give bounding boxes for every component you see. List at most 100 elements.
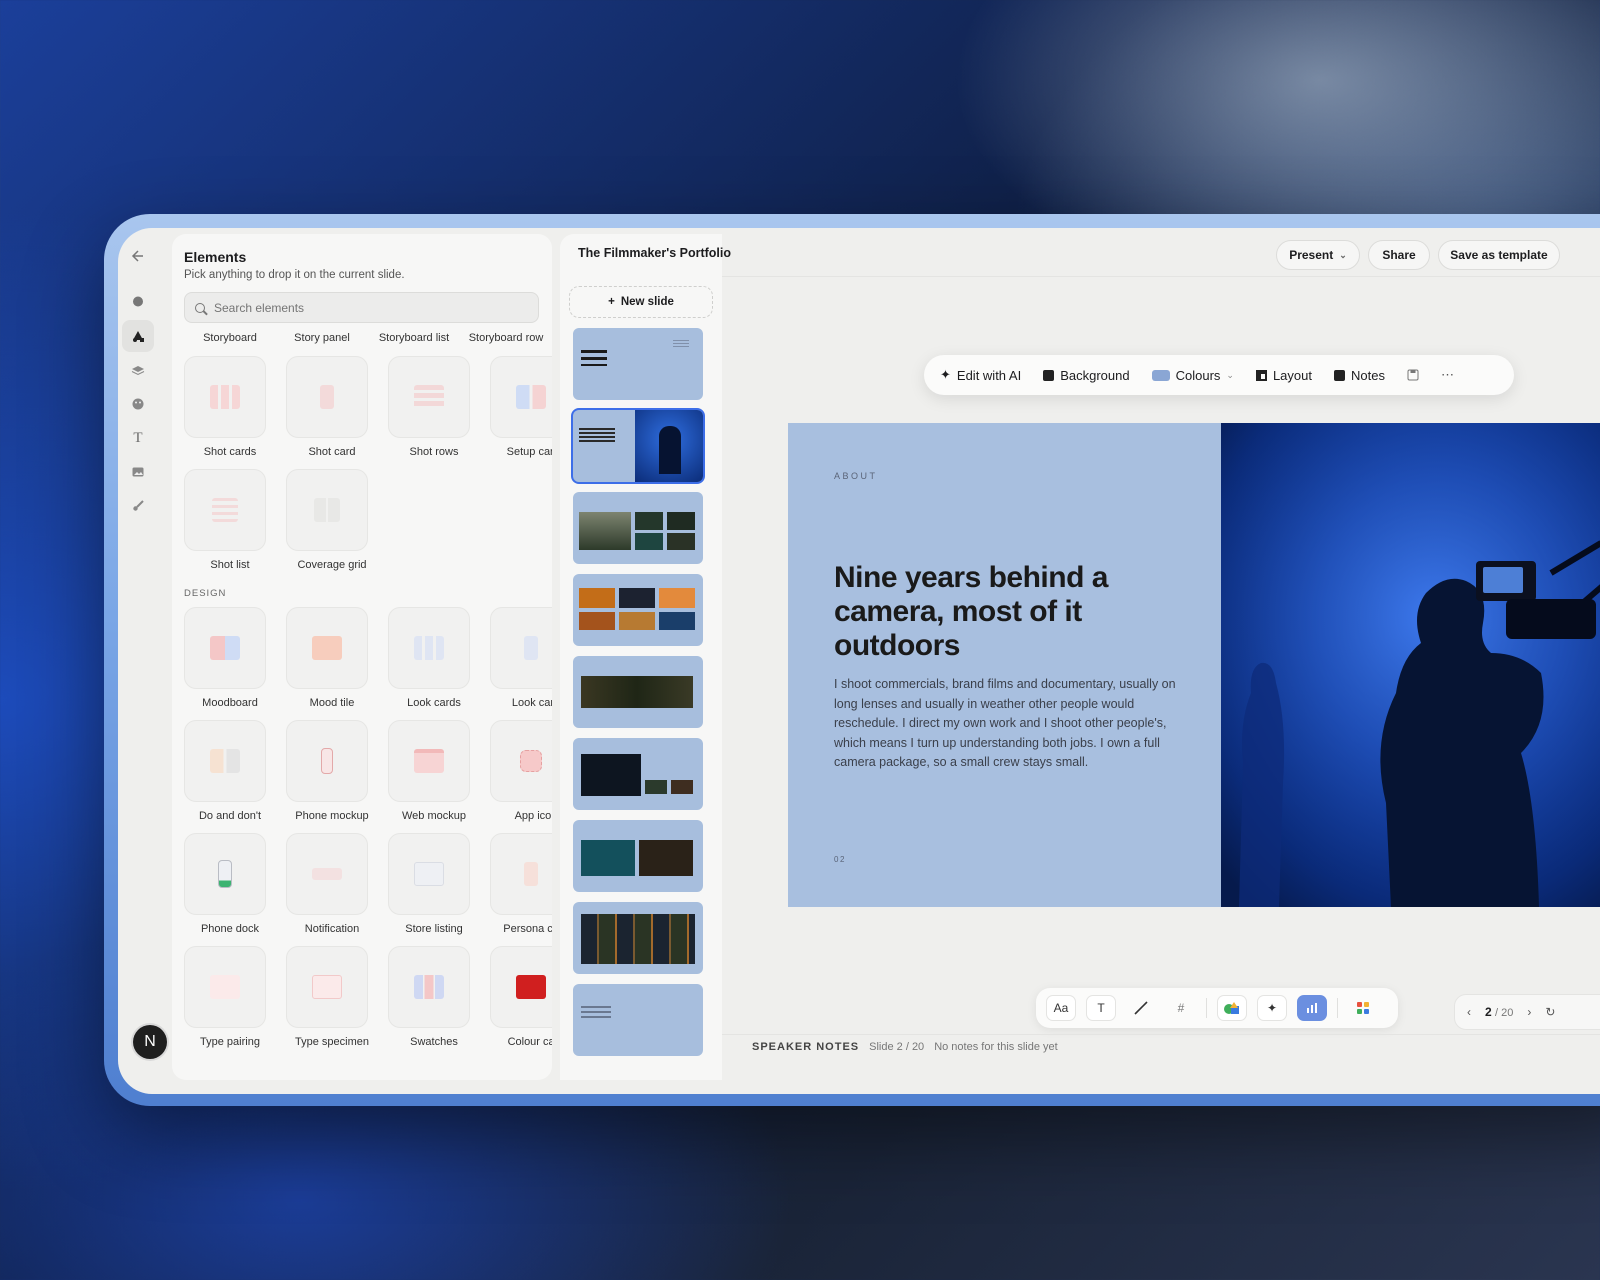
- element-tile-type-specimen[interactable]: [286, 946, 368, 1028]
- background-button[interactable]: Background: [1043, 368, 1130, 383]
- slide-photo-camera-operator[interactable]: [1221, 423, 1600, 907]
- search-input[interactable]: [214, 300, 514, 315]
- element-label: Shot cards: [203, 446, 257, 458]
- element-label: Type specimen: [295, 1036, 369, 1048]
- element-tile-coverage-grid[interactable]: [286, 469, 368, 551]
- save-icon[interactable]: [1407, 369, 1419, 381]
- elements-icon[interactable]: [122, 320, 154, 352]
- slide-text-panel: ABOUT Nine years behind a camera, most o…: [788, 423, 1221, 907]
- element-label: Notification: [304, 923, 360, 935]
- slide-canvas[interactable]: ABOUT Nine years behind a camera, most o…: [788, 423, 1600, 907]
- slide-thumbnail[interactable]: 1: [573, 328, 703, 400]
- palette-icon[interactable]: [122, 388, 154, 420]
- brush-icon[interactable]: [122, 490, 154, 522]
- speaker-notes-empty: No notes for this slide yet: [934, 1041, 1058, 1053]
- layout-button[interactable]: Layout: [1255, 368, 1312, 383]
- save-as-template-button[interactable]: Save as template: [1438, 240, 1560, 270]
- app-window: T N Elements Pick anything to drop it on…: [118, 228, 1600, 1094]
- slide-thumbnail[interactable]: 9: [573, 984, 703, 1056]
- element-tile-mood-tile[interactable]: [286, 607, 368, 689]
- slide-thumbnail[interactable]: 3: [573, 492, 703, 564]
- grid-tool-button[interactable]: #: [1166, 995, 1196, 1021]
- shapes-icon[interactable]: [1217, 995, 1247, 1021]
- plus-icon: +: [608, 296, 615, 308]
- element-tile-web-mockup[interactable]: [388, 720, 470, 802]
- element-tile-shot-card[interactable]: [286, 356, 368, 438]
- element-label: Persona card: [503, 923, 552, 935]
- chevron-down-icon: ⌄: [1339, 249, 1347, 260]
- colours-button[interactable]: Colours ⌄: [1151, 368, 1234, 383]
- element-tile-shot-cards[interactable]: [184, 356, 266, 438]
- element-tile-store-listing[interactable]: [388, 833, 470, 915]
- speaker-notes-bar[interactable]: SPEAKER NOTES Slide 2 / 20 No notes for …: [752, 1041, 1058, 1053]
- comments-icon[interactable]: [122, 286, 154, 318]
- text-icon[interactable]: T: [122, 422, 154, 454]
- element-tile-shot-rows[interactable]: [388, 356, 470, 438]
- font-tool-button[interactable]: Aa: [1046, 995, 1076, 1021]
- element-label: Type pairing: [200, 1036, 260, 1048]
- element-tile-swatches[interactable]: [388, 946, 470, 1028]
- element-tile-phone-mockup[interactable]: [286, 720, 368, 802]
- refresh-icon[interactable]: ↻: [1545, 1005, 1555, 1019]
- element-label: Shot rows: [409, 446, 459, 458]
- line-tool-icon[interactable]: [1126, 995, 1156, 1021]
- slide-eyebrow[interactable]: ABOUT: [834, 471, 878, 481]
- slide-headline[interactable]: Nine years behind a camera, most of it o…: [834, 561, 1194, 663]
- slide-thumbnail[interactable]: 6: [573, 738, 703, 810]
- edit-with-ai-button[interactable]: ✦ Edit with AI: [940, 367, 1021, 383]
- notes-button[interactable]: Notes: [1334, 368, 1385, 383]
- slide-thumbnail[interactable]: 7: [573, 820, 703, 892]
- image-icon[interactable]: [122, 456, 154, 488]
- chart-icon[interactable]: [1297, 995, 1327, 1021]
- element-label: Look cards: [407, 697, 461, 709]
- more-options-icon[interactable]: ⋯: [1441, 367, 1454, 383]
- element-tile-look-card[interactable]: [490, 607, 552, 689]
- text-tool-button[interactable]: T: [1086, 995, 1116, 1021]
- element-tile-phone-dock[interactable]: [184, 833, 266, 915]
- element-tile-notification[interactable]: [286, 833, 368, 915]
- element-tile-do-and-dont[interactable]: [184, 720, 266, 802]
- slide-thumbnail-active[interactable]: 2: [573, 410, 703, 482]
- element-label: Phone mockup: [295, 810, 369, 822]
- element-label[interactable]: Storyboard row: [460, 332, 552, 354]
- element-tile-look-cards[interactable]: [388, 607, 470, 689]
- chevron-left-icon[interactable]: ‹: [1467, 1005, 1471, 1019]
- element-label: Web mockup: [402, 810, 466, 822]
- elements-panel: Elements Pick anything to drop it on the…: [172, 234, 552, 1080]
- share-button[interactable]: Share: [1368, 240, 1430, 270]
- slide-thumbnail[interactable]: 4: [573, 574, 703, 646]
- sparkle-icon: ✦: [940, 367, 951, 382]
- slide-thumbnail[interactable]: 8: [573, 902, 703, 974]
- element-tile-colour-card[interactable]: [490, 946, 552, 1028]
- element-tile-setup-cards[interactable]: [490, 356, 552, 438]
- chevron-down-icon: ⌄: [1226, 369, 1234, 380]
- storyboard-row-labels: Storyboard Story panel Storyboard list S…: [184, 332, 552, 354]
- element-label[interactable]: Storyboard list: [368, 332, 460, 354]
- element-label: Mood tile: [309, 697, 355, 709]
- element-label: Shot card: [308, 446, 356, 458]
- panel-subtitle: Pick anything to drop it on the current …: [184, 269, 405, 281]
- slide-thumbnails: 1 2 3 4 5: [573, 328, 703, 1066]
- search-field[interactable]: [184, 292, 539, 323]
- apps-grid-icon[interactable]: [1348, 995, 1378, 1021]
- back-arrow-icon[interactable]: [122, 240, 154, 272]
- slide-thumbnail[interactable]: 5: [573, 656, 703, 728]
- element-label: Do and don't: [198, 810, 262, 822]
- new-slide-button[interactable]: + New slide: [569, 286, 713, 318]
- colour-swatch-icon: [1151, 369, 1170, 381]
- present-button[interactable]: Present ⌄: [1276, 240, 1360, 270]
- panel-title: Elements: [184, 249, 247, 265]
- element-tile-type-pairing[interactable]: [184, 946, 266, 1028]
- slide-body[interactable]: I shoot commercials, brand films and doc…: [834, 675, 1184, 773]
- layers-icon[interactable]: [122, 354, 154, 386]
- element-tile-persona-card[interactable]: [490, 833, 552, 915]
- avatar[interactable]: N: [133, 1025, 167, 1059]
- element-label[interactable]: Story panel: [276, 332, 368, 354]
- element-tile-shot-list[interactable]: [184, 469, 266, 551]
- sparkle-icon[interactable]: ✦: [1257, 995, 1287, 1021]
- element-tile-app-icon[interactable]: [490, 720, 552, 802]
- document-title[interactable]: The Filmmaker's Portfolio: [578, 246, 731, 260]
- element-label[interactable]: Storyboard: [184, 332, 276, 354]
- element-tile-moodboard[interactable]: [184, 607, 266, 689]
- chevron-right-icon[interactable]: ›: [1527, 1005, 1531, 1019]
